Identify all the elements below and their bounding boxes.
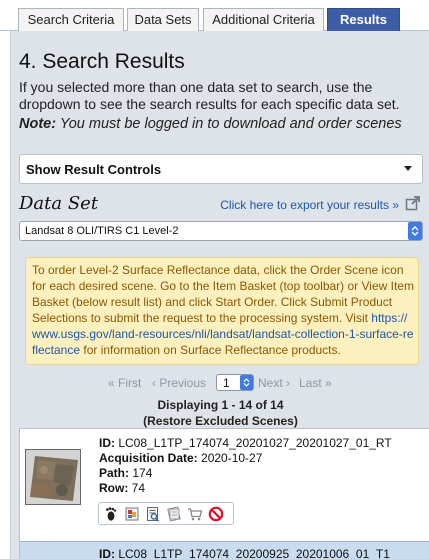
compare-icon[interactable] (166, 506, 182, 522)
displaying-text: Displaying 1 - 14 of 14 (157, 398, 284, 412)
date-label: Acquisition Date: (99, 451, 198, 465)
restore-excluded-link[interactable]: (Restore Excluded Scenes) (11, 413, 429, 429)
page-number: 1 (223, 376, 230, 390)
surface-reflectance-notice: To order Level-2 Surface Reflectance dat… (25, 257, 419, 365)
note-label: Note: (19, 116, 57, 132)
exclude-icon[interactable] (208, 506, 224, 522)
page-title: 4. Search Results (19, 50, 185, 73)
tab-additional-criteria[interactable]: Additional Criteria (203, 8, 324, 31)
data-set-select[interactable]: Landsat 8 OLI/TIRS C1 Level-2 (19, 221, 423, 241)
scene-info: ID: LC08_L1TP_174074_20200925_20201006_0… (99, 547, 390, 559)
next-page-link[interactable]: Next › (258, 376, 290, 390)
metadata-icon[interactable] (145, 506, 161, 522)
data-set-heading: Data Set (19, 193, 99, 214)
scene-id: LC08_L1TP_174074_20201027_20201027_01_RT (118, 436, 392, 450)
footprint-icon[interactable] (103, 506, 119, 522)
select-arrows-icon (240, 375, 253, 390)
notice-text-after: for information on Surface Reflectance p… (80, 343, 341, 357)
path-value: 174 (132, 466, 153, 480)
export-results-link[interactable]: Click here to export your results » (220, 198, 399, 212)
result-controls-label: Show Result Controls (26, 162, 162, 177)
list-item: ID: LC08_L1TP_174074_20201027_20201027_0… (20, 429, 429, 541)
page-select[interactable]: 1 (216, 374, 254, 391)
intro-text: If you selected more than one data set t… (19, 79, 400, 112)
list-item: ID: LC08_L1TP_174074_20200925_20201006_0… (20, 541, 429, 559)
select-arrows-icon (408, 222, 422, 240)
note-text: You must be logged in to download and or… (59, 116, 402, 132)
overlay-icon[interactable] (124, 506, 140, 522)
path-label: Path: (99, 466, 129, 480)
row-value: 74 (131, 481, 146, 495)
scene-id: LC08_L1TP_174074_20200925_20201006_01_T1 (118, 547, 390, 559)
result-controls-dropdown[interactable]: Show Result Controls (19, 154, 423, 184)
tab-bar: Search Criteria Data Sets Additional Cri… (0, 0, 429, 31)
last-page-link[interactable]: Last » (299, 376, 332, 390)
notice-text-before: To order Level-2 Surface Reflectance dat… (32, 263, 414, 325)
scene-info: ID: LC08_L1TP_174074_20201027_20201027_0… (99, 436, 392, 496)
result-count: Displaying 1 - 14 of 14 (Restore Exclude… (11, 397, 429, 429)
tab-results[interactable]: Results (327, 8, 400, 31)
scene-thumbnail[interactable] (25, 449, 81, 505)
id-label: ID: (99, 436, 115, 450)
results-panel: 4. Search Results If you selected more t… (10, 31, 429, 559)
order-cart-icon[interactable] (187, 506, 203, 522)
pagination: « First ‹ Previous 1 Next › Last » (11, 373, 429, 393)
external-link-icon[interactable] (405, 195, 421, 211)
first-page-link[interactable]: « First (108, 376, 141, 390)
login-note: Note: You must be logged in to download … (19, 116, 419, 133)
id-label: ID: (99, 547, 115, 559)
tab-data-sets[interactable]: Data Sets (127, 8, 199, 31)
acquisition-date: 2020-10-27 (201, 451, 263, 465)
data-set-selected-value: Landsat 8 OLI/TIRS C1 Level-2 (25, 225, 179, 237)
results-list: ID: LC08_L1TP_174074_20201027_20201027_0… (19, 428, 429, 559)
row-label: Row: (99, 481, 129, 495)
tab-search-criteria[interactable]: Search Criteria (18, 8, 124, 31)
chevron-down-icon (404, 166, 412, 171)
previous-page-link[interactable]: ‹ Previous (152, 376, 206, 390)
notice-text: To order Level-2 Surface Reflectance dat… (32, 262, 414, 358)
scene-toolbar (98, 502, 234, 525)
